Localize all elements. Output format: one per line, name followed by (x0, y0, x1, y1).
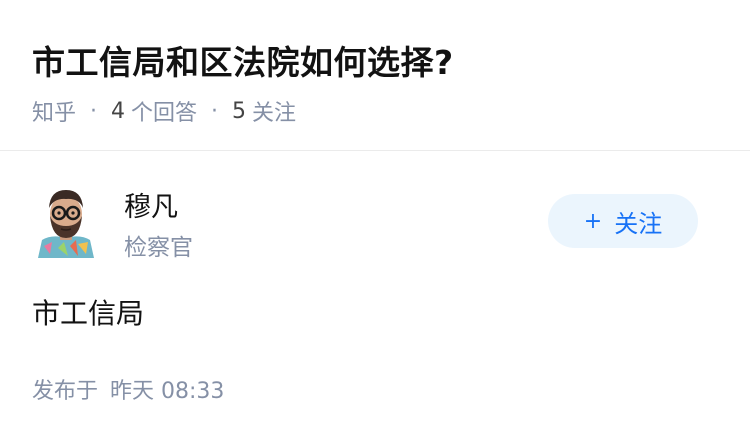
publish-info: 发布于 昨天 08:33 (32, 373, 224, 405)
follow-count: 5 (232, 98, 247, 124)
meta-separator: · (90, 98, 98, 124)
follow-button-label: 关注 (614, 209, 663, 238)
publish-time: 昨天 08:33 (110, 379, 225, 404)
publish-prefix: 发布于 (32, 379, 99, 404)
question-title[interactable]: 市工信局和区法院如何选择? (32, 36, 454, 84)
plus-icon: + (583, 208, 603, 234)
question-header: 市工信局和区法院如何选择? 知乎 · 4 个回答 · 5 关注 (0, 0, 750, 151)
bearded-man-with-glasses-avatar-icon (38, 190, 94, 258)
avatar[interactable] (32, 182, 100, 258)
answer-content[interactable]: 市工信局 (32, 292, 144, 332)
source-label[interactable]: 知乎 (32, 95, 76, 127)
meta-separator: · (211, 98, 219, 124)
follow-button[interactable]: + 关注 (548, 194, 698, 248)
author-title: 检察官 (124, 235, 193, 261)
author-name[interactable]: 穆凡 (124, 185, 178, 224)
follow-count-label[interactable]: 关注 (252, 95, 296, 127)
answer-count-label[interactable]: 个回答 (131, 95, 197, 127)
question-meta: 知乎 · 4 个回答 · 5 关注 (32, 95, 296, 127)
author-row: 穆凡 检察官 + 关注 (0, 152, 750, 262)
answer-count: 4 (111, 98, 126, 124)
answer-page: 市工信局和区法院如何选择? 知乎 · 4 个回答 · 5 关注 穆凡 检察官 +… (0, 0, 750, 438)
